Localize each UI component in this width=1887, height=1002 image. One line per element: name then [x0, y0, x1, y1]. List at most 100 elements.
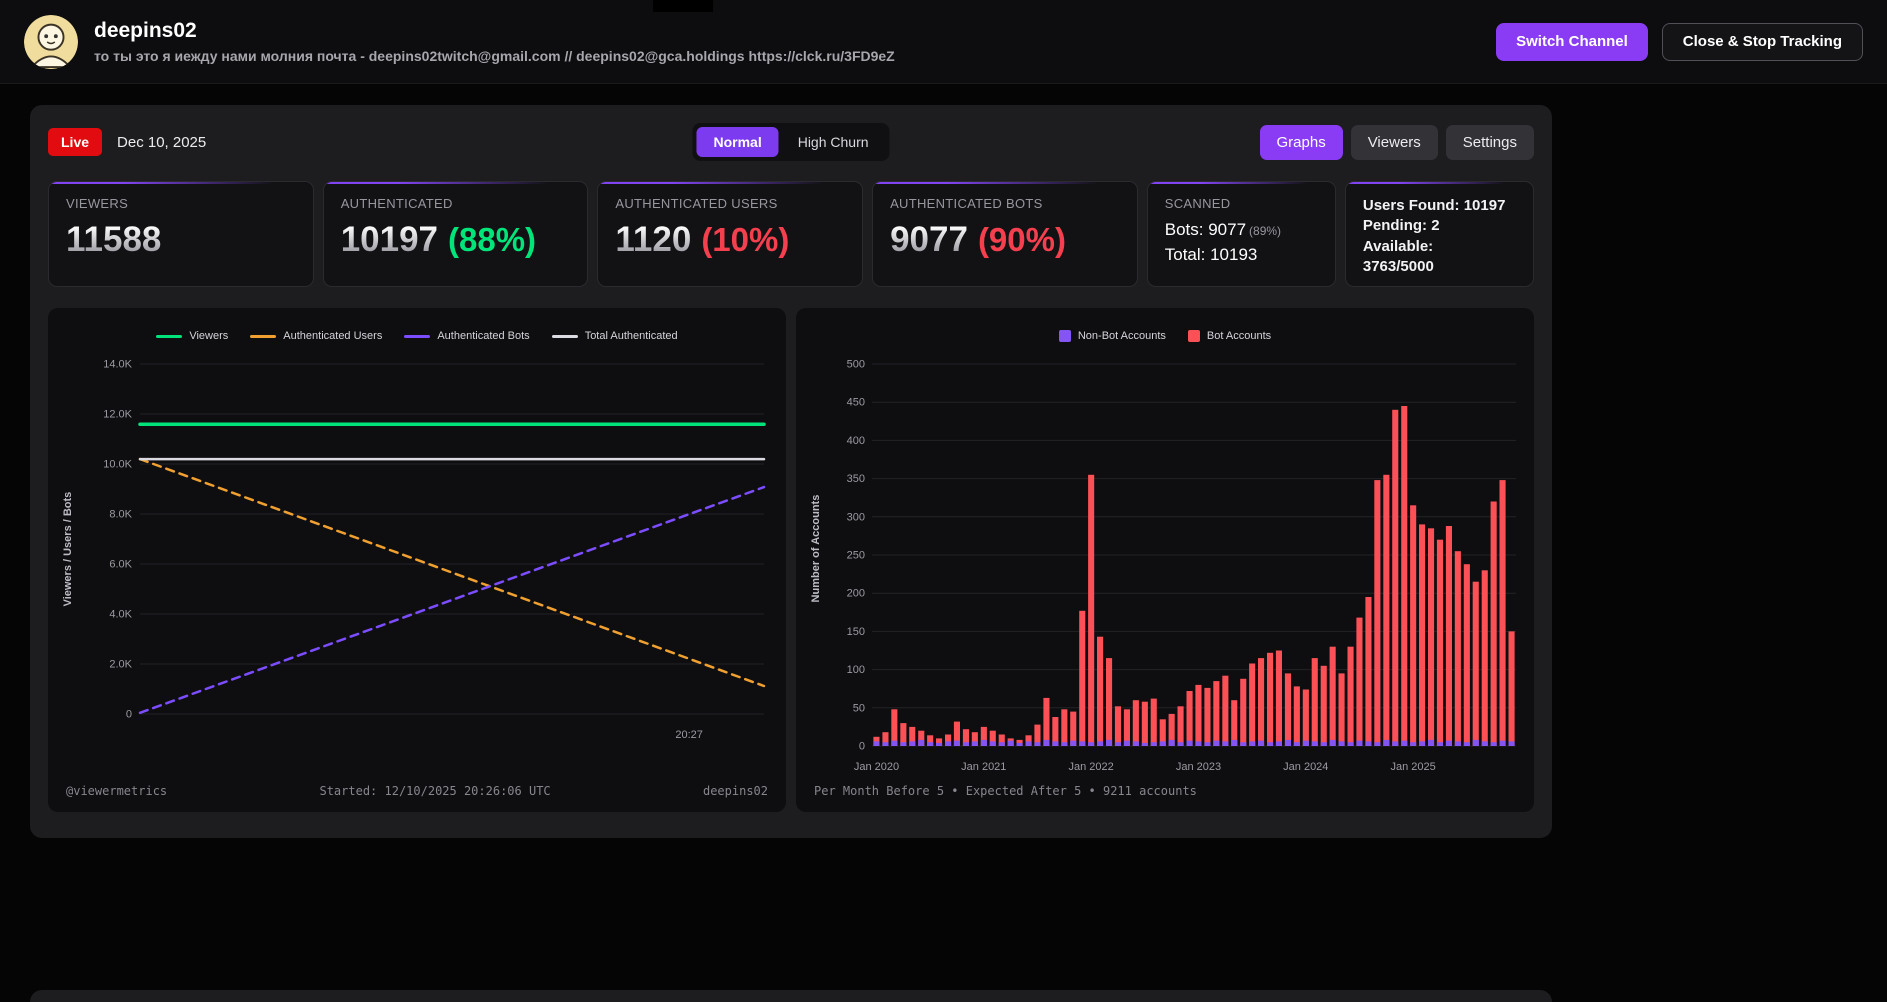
- stat-value: 10197: [340, 220, 439, 259]
- scanned-bots-percentage: (89%): [1249, 224, 1282, 238]
- pending-line: Pending: 2: [1362, 217, 1440, 235]
- stat-label: VIEWERS: [66, 196, 129, 211]
- started-timestamp: Started: 12/10/2025 20:26:06 UTC: [319, 784, 551, 798]
- bar-chart-footnote: Per Month Before 5 • Expected After 5 • …: [814, 784, 1197, 798]
- svg-text:100: 100: [847, 664, 865, 676]
- charts-row: Viewers Authenticated Users Authenticated …: [48, 308, 1534, 812]
- svg-text:8.0K: 8.0K: [109, 509, 132, 521]
- current-date: Dec 10, 2025: [117, 133, 207, 151]
- svg-text:150: 150: [847, 626, 865, 638]
- legend-item[interactable]: Bot Accounts: [1187, 330, 1272, 342]
- svg-text:2.0K: 2.0K: [109, 659, 132, 671]
- legend-item[interactable]: Viewers: [156, 330, 228, 342]
- stat-label: AUTHENTICATED USERS: [615, 196, 778, 211]
- mode-high-churn-button[interactable]: High Churn: [781, 127, 886, 157]
- users-found-line: Users Found: 10197: [1362, 197, 1506, 214]
- scanned-bots-line: Bots: 9077 (89%): [1165, 220, 1318, 240]
- bar-chart: 0 50 100 150 200 250 300 350 400 450 500 Jan 2020 Ja…: [828, 350, 1520, 780]
- status-group: Live Dec 10, 2025: [48, 128, 206, 156]
- svg-text:50: 50: [853, 702, 865, 714]
- svg-text:Jan 2021: Jan 2021: [961, 761, 1006, 773]
- stat-card-authenticated: AUTHENTICATED 10197 (88%): [322, 181, 589, 287]
- bar-chart-panel: Non-Bot Accounts Bot Accounts Number of A…: [796, 308, 1534, 812]
- avatar-art: [24, 14, 78, 69]
- line-chart-svg: 14.0K 12.0K 10.0K 8.0K 6.0K 4.0K 2.0K 0 20:27: [103, 359, 766, 741]
- svg-text:450: 450: [847, 397, 865, 409]
- channel-description: то ты это я иежду нами молния почта - de…: [94, 48, 895, 64]
- stat-label: AUTHENTICATED BOTS: [890, 196, 1043, 211]
- stat-value: 1120: [615, 220, 692, 259]
- legend-swatch: [1058, 330, 1071, 342]
- legend-swatch: [404, 334, 431, 338]
- svg-text:400: 400: [847, 435, 865, 447]
- channel-avatar: [24, 14, 78, 69]
- watermark-handle: @viewermetrics: [66, 784, 168, 798]
- churn-mode-toggle: Normal High Churn: [692, 123, 890, 161]
- stat-card-authenticated-bots: AUTHENTICATED BOTS 9077 (90%): [872, 181, 1138, 287]
- svg-text:350: 350: [847, 473, 865, 485]
- header-actions: Switch Channel Close & Stop Tracking: [1496, 22, 1863, 61]
- stat-label: AUTHENTICATED: [340, 196, 453, 211]
- live-badge: Live: [48, 128, 103, 156]
- controls-row: Live Dec 10, 2025 Normal High Churn Grap…: [48, 123, 1534, 161]
- tab-settings[interactable]: Settings: [1445, 124, 1534, 160]
- svg-text:4.0K: 4.0K: [109, 609, 132, 621]
- stat-label: SCANNED: [1164, 196, 1231, 211]
- line-chart-panel: Viewers Authenticated Users Authenticated …: [48, 308, 786, 812]
- svg-text:12.0K: 12.0K: [103, 409, 132, 421]
- channel-info: deepins02 то ты это я иежду нами молния …: [94, 19, 895, 64]
- stat-card-viewers: VIEWERS 11588: [48, 181, 314, 287]
- svg-text:10.0K: 10.0K: [103, 459, 132, 471]
- stat-value: 9077: [890, 220, 968, 259]
- tab-viewers[interactable]: Viewers: [1350, 124, 1438, 160]
- svg-text:200: 200: [847, 588, 865, 600]
- svg-text:Jan 2022: Jan 2022: [1068, 761, 1113, 773]
- legend-swatch: [1187, 330, 1200, 342]
- close-stop-tracking-button[interactable]: Close & Stop Tracking: [1661, 22, 1863, 61]
- main-panel: Live Dec 10, 2025 Normal High Churn Grap…: [30, 105, 1552, 838]
- stat-card-scanned: SCANNED Bots: 9077 (89%) Total: 10193: [1146, 181, 1336, 287]
- svg-text:20:27: 20:27: [675, 729, 703, 741]
- mode-normal-button[interactable]: Normal: [696, 127, 779, 157]
- stat-percentage: (90%): [977, 221, 1066, 258]
- legend-item[interactable]: Total Authenticated: [551, 330, 678, 342]
- legend-swatch: [156, 334, 183, 338]
- svg-text:300: 300: [847, 511, 865, 523]
- bottom-panel: [30, 990, 1552, 1002]
- legend-item[interactable]: Non-Bot Accounts: [1058, 330, 1166, 342]
- switch-channel-button[interactable]: Switch Channel: [1496, 22, 1648, 61]
- svg-text:Jan 2020: Jan 2020: [854, 761, 899, 773]
- bar-chart-svg: 0 50 100 150 200 250 300 350 400 450 500 Jan 2020 Ja…: [847, 359, 1516, 773]
- legend-label: Total Authenticated: [584, 330, 678, 342]
- stat-card-authenticated-users: AUTHENTICATED USERS 1120 (10%): [597, 181, 864, 287]
- svg-text:250: 250: [847, 550, 865, 562]
- tab-graphs[interactable]: Graphs: [1259, 124, 1343, 160]
- svg-text:Jan 2023: Jan 2023: [1176, 761, 1221, 773]
- svg-text:Jan 2024: Jan 2024: [1283, 761, 1328, 773]
- header: deepins02 то ты это я иежду нами молния …: [0, 0, 1887, 84]
- line-chart-y-axis-label: Viewers / Users / Bots: [62, 491, 74, 607]
- line-chart-legend: Viewers Authenticated Users Authenticated …: [62, 328, 772, 344]
- available-label-line: Available:: [1362, 237, 1434, 255]
- line-chart: 14.0K 12.0K 10.0K 8.0K 6.0K 4.0K 2.0K 0 20:27: [80, 350, 772, 750]
- scanned-total-line: Total: 10193: [1164, 245, 1258, 264]
- legend-label: Authenticated Bots: [437, 330, 530, 342]
- svg-text:0: 0: [859, 741, 865, 753]
- bar-chart-footer: Per Month Before 5 • Expected After 5 • …: [810, 782, 1520, 800]
- stat-percentage: (10%): [701, 221, 790, 258]
- stat-card-quota: Users Found: 10197 Pending: 2 Available:…: [1344, 181, 1534, 287]
- channel-name-footer: deepins02: [702, 784, 768, 798]
- legend-swatch: [551, 334, 578, 338]
- scanned-bots-count: Bots: 9077: [1164, 220, 1247, 239]
- legend-item[interactable]: Authenticated Users: [250, 330, 382, 342]
- legend-label: Viewers: [189, 330, 229, 342]
- svg-text:14.0K: 14.0K: [103, 359, 132, 371]
- available-value-line: 3763/5000: [1362, 257, 1434, 275]
- bar-chart-y-axis-label: Number of Accounts: [810, 494, 822, 603]
- legend-item[interactable]: Authenticated Bots: [404, 330, 530, 342]
- svg-text:500: 500: [847, 359, 865, 371]
- legend-label: Bot Accounts: [1206, 330, 1272, 342]
- svg-text:6.0K: 6.0K: [109, 559, 132, 571]
- bar-chart-legend: Non-Bot Accounts Bot Accounts: [810, 328, 1520, 344]
- legend-swatch: [250, 334, 277, 338]
